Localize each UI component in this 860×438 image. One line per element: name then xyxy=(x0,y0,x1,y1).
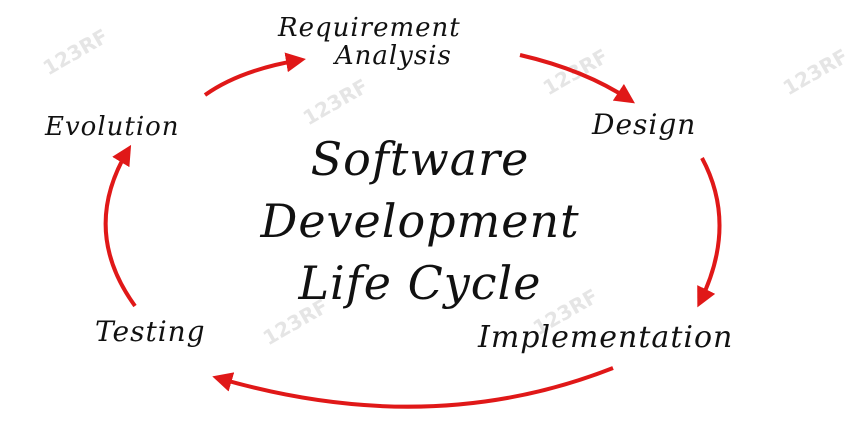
title-line-1: Software xyxy=(310,132,530,186)
stage-implementation: Implementation xyxy=(478,320,734,355)
arrow-requirement-to-design xyxy=(519,53,635,104)
stage-requirement-analysis: Requirement Analysis xyxy=(278,14,461,70)
sdlc-diagram: 123RF 123RF 123RF 123RF 123RF 123RF Requ… xyxy=(0,0,860,438)
stage-testing: Testing xyxy=(95,315,206,348)
arrow-design-to-implementation xyxy=(697,157,722,308)
stage-requirement-line-2: Analysis xyxy=(334,41,452,71)
title-line-2: Development xyxy=(260,194,580,248)
arrow-testing-to-evolution xyxy=(103,144,137,308)
diagram-title: Software Development Life Cycle xyxy=(160,128,680,314)
stage-requirement-line-1: Requirement xyxy=(278,13,461,43)
arrow-implementation-to-testing xyxy=(212,366,614,409)
title-line-3: Life Cycle xyxy=(298,256,542,310)
